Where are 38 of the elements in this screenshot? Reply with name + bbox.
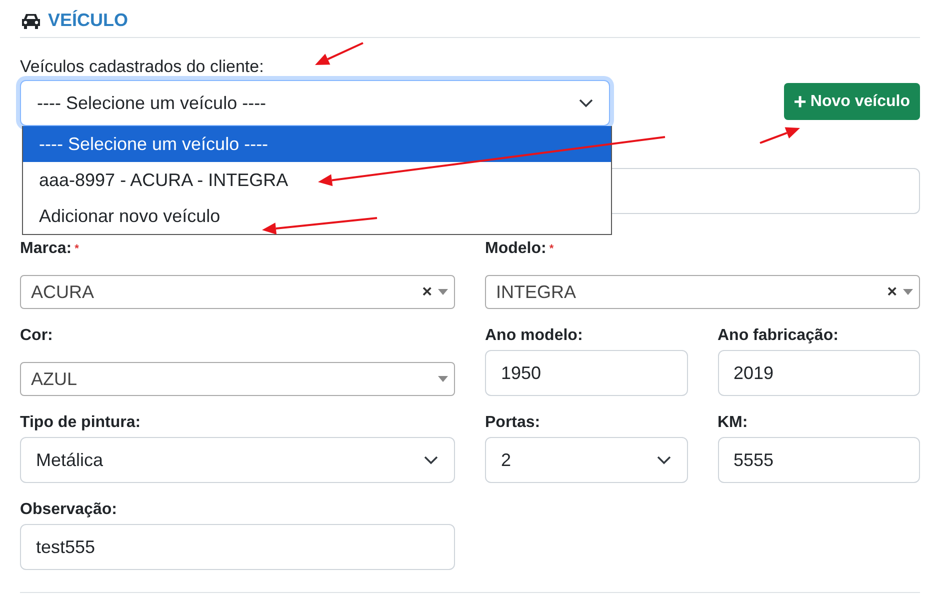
field-label: Ano modelo: bbox=[485, 327, 583, 344]
dropdown-arrow-icon bbox=[903, 289, 913, 295]
new-vehicle-button[interactable]: + Novo veículo bbox=[784, 83, 920, 120]
field-label: Ano fabricação: bbox=[718, 327, 838, 344]
field-label: Cor: bbox=[20, 327, 53, 344]
annotation-arrow bbox=[760, 127, 800, 144]
chevron-down-icon bbox=[656, 456, 670, 464]
clear-icon[interactable]: × bbox=[422, 282, 432, 302]
required-mark: * bbox=[549, 243, 554, 255]
chevron-down-icon bbox=[424, 456, 438, 464]
select-field[interactable]: ACURA × bbox=[20, 275, 455, 309]
dropdown-option[interactable]: ---- Selecione um veículo ---- bbox=[23, 126, 611, 162]
dropdown-arrow-icon bbox=[438, 289, 448, 295]
select-field[interactable]: Metálica bbox=[20, 437, 455, 483]
field-label: Portas: bbox=[485, 414, 540, 431]
input-field[interactable]: 1950 bbox=[485, 350, 688, 396]
input-field[interactable]: 5555 bbox=[718, 437, 920, 483]
required-mark: * bbox=[74, 243, 79, 255]
input-field[interactable]: test555 bbox=[20, 524, 455, 570]
field-label: Marca: bbox=[20, 240, 72, 257]
annotation-arrow bbox=[315, 42, 364, 65]
input-field[interactable]: 2019 bbox=[718, 350, 920, 396]
field-label: Veículos cadastrados do cliente: bbox=[20, 56, 265, 78]
field-label: Modelo: bbox=[485, 240, 546, 257]
field-label: Tipo de pintura: bbox=[20, 414, 141, 431]
select-field[interactable]: AZUL bbox=[20, 362, 455, 396]
field-label: Observação: bbox=[20, 501, 117, 518]
dropdown-arrow-icon bbox=[438, 376, 448, 382]
select-field[interactable]: INTEGRA × bbox=[485, 275, 920, 309]
select-field[interactable]: 2 bbox=[485, 437, 688, 483]
chevron-down-icon bbox=[579, 98, 593, 108]
plus-icon: + bbox=[794, 88, 806, 114]
section-title: VEÍCULO bbox=[48, 10, 128, 31]
dropdown-option[interactable]: Adicionar novo veículo bbox=[23, 198, 611, 234]
clear-icon[interactable]: × bbox=[887, 282, 897, 302]
dropdown-option[interactable]: aaa-8997 - ACURA - INTEGRA bbox=[23, 162, 611, 198]
field-label: KM: bbox=[718, 414, 748, 431]
car-icon bbox=[20, 12, 42, 30]
